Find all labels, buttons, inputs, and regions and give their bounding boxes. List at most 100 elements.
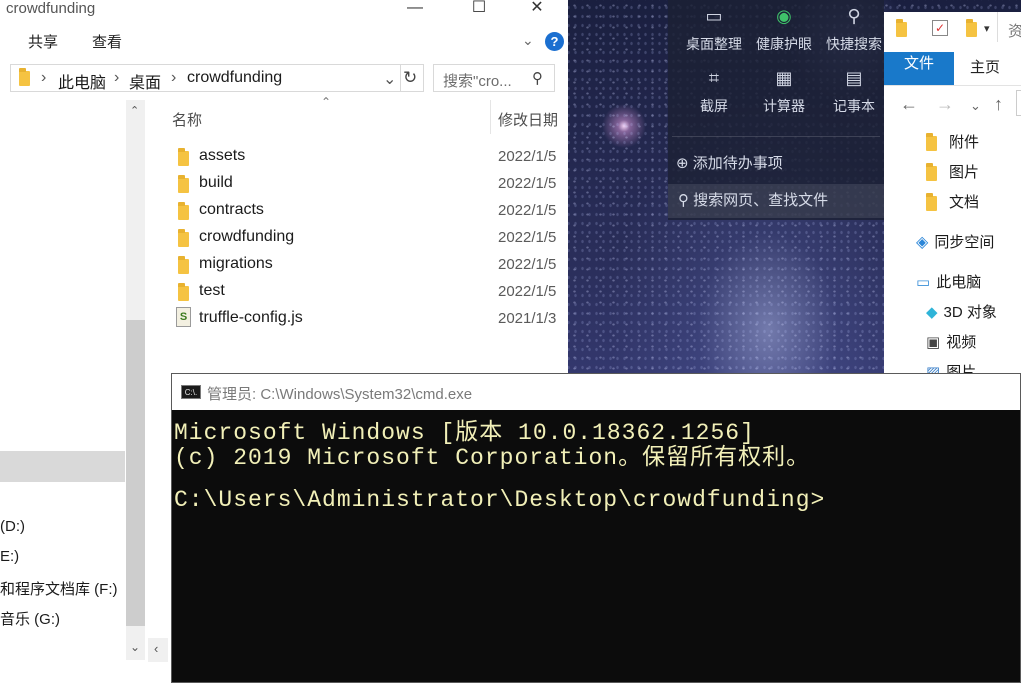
folder-icon — [926, 192, 937, 211]
cmd-title-bar[interactable]: C:\. 管理员: C:\Windows\System32\cmd.exe — [172, 374, 1020, 410]
minimize-button[interactable]: — — [392, 0, 438, 18]
refresh-icon[interactable]: ↻ — [403, 68, 417, 88]
web-search-box[interactable]: ⚲ 搜索网页、查找文件 — [668, 184, 884, 218]
chevron-down-icon[interactable]: ⌄ — [383, 69, 396, 89]
eye-icon: ◉ — [776, 6, 792, 26]
up-arrow-icon[interactable]: ↑ — [994, 94, 1003, 115]
folder-icon — [926, 162, 937, 181]
column-header-date[interactable]: 修改日期 — [498, 109, 558, 130]
file-row[interactable]: build 2022/1/5 — [170, 170, 568, 197]
divider — [997, 12, 998, 42]
tab-share[interactable]: 共享 — [28, 31, 58, 52]
maximize-button[interactable]: ☐ — [456, 0, 502, 18]
folder-icon — [926, 132, 937, 151]
drive-e[interactable]: E:) — [0, 548, 19, 565]
drive-g[interactable]: 音乐 (G:) — [0, 608, 60, 629]
calculator-button[interactable]: ▦ 计算器 — [748, 66, 820, 116]
tab-view[interactable]: 查看 — [92, 31, 122, 52]
file-row[interactable]: S truffle-config.js 2021/1/3 — [170, 305, 568, 332]
file-name: build — [199, 174, 233, 191]
address-bar[interactable] — [1016, 90, 1021, 116]
nav-item-sync-space[interactable]: ◈ 同步空间 — [916, 231, 994, 252]
file-name: migrations — [199, 255, 273, 272]
file-date: 2022/1/5 — [498, 202, 557, 219]
drive-f[interactable]: 和程序文档库 (F:) — [0, 578, 118, 599]
folder-icon — [896, 19, 907, 42]
chevron-down-icon[interactable]: ▾ — [984, 22, 990, 35]
folder-icon — [178, 283, 189, 301]
nav-item-pictures[interactable]: 图片 — [926, 161, 979, 182]
chevron-down-icon[interactable]: ⌄ — [970, 98, 981, 114]
divider — [400, 65, 401, 91]
monitor-icon: ▭ — [705, 6, 723, 26]
column-separator[interactable] — [490, 100, 491, 134]
nav-item-attachments[interactable]: 附件 — [926, 131, 979, 152]
breadcrumb-crowdfunding[interactable]: crowdfunding — [187, 69, 282, 87]
forward-arrow-icon[interactable]: → — [936, 94, 954, 115]
file-date: 2022/1/5 — [498, 283, 557, 300]
nav-item-3d-objects[interactable]: ◆ 3D 对象 — [926, 301, 997, 322]
column-header-name[interactable]: 名称 — [172, 109, 202, 130]
nav-item-videos[interactable]: ▣ 视频 — [926, 331, 976, 352]
search-icon: ⚲ — [678, 192, 689, 209]
scroll-left-icon[interactable]: ‹ — [154, 641, 158, 656]
breadcrumb-this-pc[interactable]: 此电脑 — [58, 69, 106, 93]
sort-up-icon: ⌃ — [321, 95, 332, 109]
chevron-right-icon: › — [41, 69, 47, 86]
folder-icon — [19, 68, 30, 91]
close-button[interactable]: ✕ — [514, 0, 560, 18]
cmd-window[interactable]: C:\. 管理员: C:\Windows\System32\cmd.exe Mi… — [171, 373, 1021, 683]
folder-icon — [178, 256, 189, 274]
notepad-button[interactable]: ▤ 记事本 — [818, 66, 890, 116]
tab-file[interactable]: 文件 — [884, 52, 954, 85]
window-title: 资 — [1008, 23, 1021, 40]
scroll-up-icon[interactable]: ⌃ — [130, 104, 139, 117]
notepad-icon: ▤ — [845, 68, 863, 88]
chevron-right-icon: › — [114, 69, 120, 86]
folder-icon — [178, 148, 189, 166]
screenshot-button[interactable]: ⌗ 截屏 — [678, 66, 750, 116]
nav-selected-item[interactable] — [0, 451, 125, 482]
search-icon: ⚲ — [532, 70, 543, 87]
file-row[interactable]: crowdfunding 2022/1/5 — [170, 224, 568, 251]
file-name: contracts — [199, 201, 264, 218]
desktop-organize-button[interactable]: ▭ 桌面整理 — [678, 4, 750, 54]
help-button[interactable]: ? — [545, 32, 564, 51]
file-row[interactable]: assets 2022/1/5 — [170, 143, 568, 170]
file-name: assets — [199, 147, 246, 164]
file-date: 2021/1/3 — [498, 310, 557, 327]
search-input[interactable]: 搜索"cro... ⚲ — [433, 64, 555, 92]
tab-home[interactable]: 主页 — [970, 56, 1000, 77]
back-arrow-icon[interactable]: ← — [900, 94, 918, 115]
file-date: 2022/1/5 — [498, 148, 557, 165]
sync-icon: ◈ — [916, 234, 929, 251]
nav-item-documents[interactable]: 文档 — [926, 191, 979, 212]
file-row[interactable]: test 2022/1/5 — [170, 278, 568, 305]
search-placeholder: 搜索"cro... — [443, 73, 512, 90]
scrollbar-thumb[interactable] — [126, 320, 145, 626]
file-name: crowdfunding — [199, 228, 295, 245]
search-icon: ⚲ — [847, 6, 861, 26]
add-todo-button[interactable]: ⊕ 添加待办事项 — [676, 152, 783, 173]
properties-icon[interactable]: ✓ — [932, 20, 948, 36]
file-name: test — [199, 282, 225, 299]
console-prompt[interactable]: C:\Users\Administrator\Desktop\crowdfund… — [174, 487, 825, 513]
eye-care-button[interactable]: ◉ 健康护眼 — [748, 4, 820, 54]
scroll-down-icon[interactable]: ⌄ — [130, 640, 140, 654]
quick-panel: ▭ 桌面整理 ◉ 健康护眼 ⚲ 快捷搜索 ⌗ 截屏 ▦ 计算器 ▤ 记事本 ⊕ … — [668, 0, 884, 220]
quick-search-button[interactable]: ⚲ 快捷搜索 — [818, 4, 890, 54]
address-bar[interactable]: › 此电脑 › 桌面 › crowdfunding ⌄ ↻ — [10, 64, 424, 92]
file-row[interactable]: contracts 2022/1/5 — [170, 197, 568, 224]
new-folder-icon[interactable] — [966, 19, 977, 42]
chevron-down-icon[interactable]: ⌄ — [522, 32, 534, 49]
nav-item-this-pc[interactable]: ▭ 此电脑 — [916, 271, 981, 292]
folder-icon — [178, 229, 189, 247]
plus-circle-icon: ⊕ — [676, 155, 689, 172]
cmd-icon: C:\. — [181, 385, 201, 399]
file-row[interactable]: migrations 2022/1/5 — [170, 251, 568, 278]
folder-icon — [178, 175, 189, 193]
crop-icon: ⌗ — [708, 68, 720, 88]
breadcrumb-desktop[interactable]: 桌面 — [129, 69, 161, 93]
chevron-right-icon: › — [171, 69, 177, 86]
drive-d[interactable]: (D:) — [0, 518, 25, 535]
